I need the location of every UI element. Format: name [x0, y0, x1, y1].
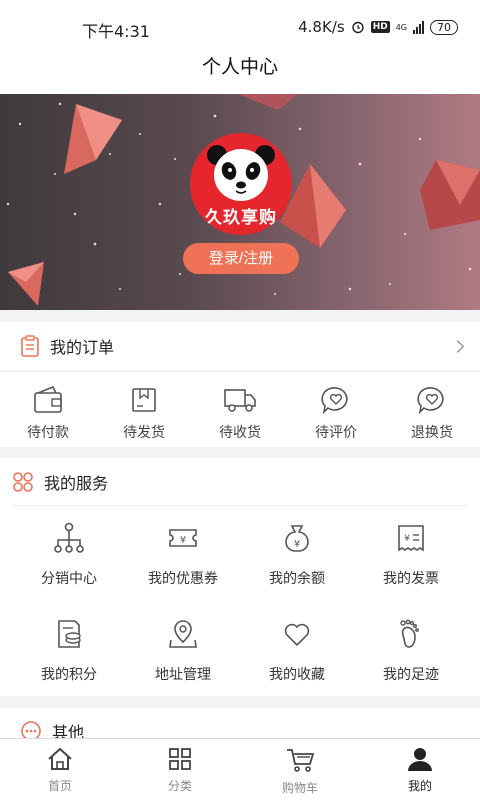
points-icon	[58, 620, 81, 648]
footprint-icon	[400, 619, 419, 648]
tab-home[interactable]: 首页	[0, 739, 120, 800]
gem-decoration	[64, 104, 122, 174]
service-balance[interactable]: ¥ 我的余额	[240, 506, 354, 602]
service-points[interactable]: 我的积分	[12, 602, 126, 698]
login-register-button[interactable]: 登录/注册	[183, 243, 299, 274]
return-icon	[417, 387, 444, 415]
tab-label: 我的	[407, 779, 432, 793]
services-grid-icon	[13, 471, 33, 492]
service-label: 我的优惠券	[148, 571, 218, 587]
coupon-icon: ¥	[169, 529, 197, 547]
brand-name: 久玖享购	[205, 208, 277, 228]
home-icon	[48, 747, 72, 770]
category-icon	[169, 748, 191, 770]
tab-cart[interactable]: 购物车	[240, 739, 360, 800]
order-label: 待付款	[27, 425, 69, 441]
orders-title: 我的订单	[50, 338, 115, 357]
tab-label: 购物车	[281, 781, 318, 795]
order-pending-review[interactable]: 待评价	[288, 372, 384, 447]
gem-decoration	[8, 262, 44, 306]
orders-grid: 待付款 待发货 待收货 待评价 退换货	[0, 371, 480, 447]
service-label: 我的发票	[383, 571, 439, 587]
page-header: 个人中心	[0, 54, 480, 94]
cart-icon	[287, 749, 315, 772]
alarm-icon	[351, 21, 364, 34]
money-bag-icon: ¥	[285, 525, 309, 552]
gem-decoration	[420, 160, 480, 230]
svg-text:¥: ¥	[294, 539, 300, 550]
service-footprints[interactable]: 我的足迹	[354, 602, 468, 698]
status-icons: 4.8K/s HD 4G 70	[298, 18, 458, 36]
page-title: 个人中心	[201, 56, 278, 78]
service-label: 分销中心	[41, 571, 97, 587]
order-pending-payment[interactable]: 待付款	[0, 372, 96, 447]
truck-icon	[224, 389, 256, 412]
battery-icon: 70	[430, 19, 458, 35]
service-label: 我的足迹	[383, 667, 439, 683]
service-invoices[interactable]: ¥ 我的发票	[354, 506, 468, 602]
svg-text:¥: ¥	[404, 534, 410, 544]
service-favorites[interactable]: 我的收藏	[240, 602, 354, 698]
services-header: 我的服务	[12, 458, 468, 506]
service-distribution-center[interactable]: 分销中心	[12, 506, 126, 602]
status-bar: 下午4:31 4.8K/s HD 4G 70	[0, 0, 480, 54]
service-address-management[interactable]: 地址管理	[126, 602, 240, 698]
order-label: 待收货	[219, 425, 261, 441]
clipboard-icon	[21, 335, 39, 357]
tab-mine[interactable]: 我的	[360, 739, 480, 800]
box-icon	[132, 388, 156, 412]
user-icon	[408, 748, 432, 771]
order-label: 待评价	[315, 425, 357, 441]
status-time: 下午4:31	[82, 22, 150, 41]
service-label: 我的余额	[269, 571, 325, 587]
tab-category[interactable]: 分类	[120, 739, 240, 800]
service-label: 地址管理	[155, 667, 211, 683]
service-label: 我的收藏	[269, 667, 325, 683]
bottom-tab-bar: 首页 分类 购物车 我的	[0, 738, 480, 800]
services-title: 我的服务	[44, 473, 109, 493]
order-label: 待发货	[123, 425, 165, 441]
orders-section-header[interactable]: 我的订单	[0, 310, 480, 370]
network-speed: 4.8K/s	[298, 18, 345, 36]
gem-decoration	[238, 94, 298, 110]
tab-label: 分类	[167, 779, 192, 793]
tab-label: 首页	[47, 779, 72, 793]
heart-icon	[284, 623, 310, 647]
service-label: 我的积分	[41, 667, 97, 683]
service-coupons[interactable]: ¥ 我的优惠券	[126, 506, 240, 602]
order-label: 退换货	[411, 425, 453, 441]
order-pending-shipment[interactable]: 待发货	[96, 372, 192, 447]
review-icon	[321, 387, 348, 415]
hd-badge: HD	[370, 21, 390, 33]
network-icon	[54, 522, 84, 553]
avatar[interactable]: 久玖享购	[190, 133, 292, 235]
svg-text:¥: ¥	[180, 535, 186, 546]
location-icon	[169, 620, 197, 648]
order-pending-receipt[interactable]: 待收货	[192, 372, 288, 447]
invoice-icon: ¥	[398, 525, 424, 552]
order-return-exchange[interactable]: 退换货	[384, 372, 480, 447]
network-type: 4G	[395, 22, 407, 32]
wallet-icon	[34, 385, 62, 413]
signal-icon	[413, 20, 424, 34]
services-section: 我的服务 分销中心 ¥ 我的优惠券 ¥ 我的余额 ¥ 我的发票 我的积分 地址管…	[0, 458, 480, 696]
